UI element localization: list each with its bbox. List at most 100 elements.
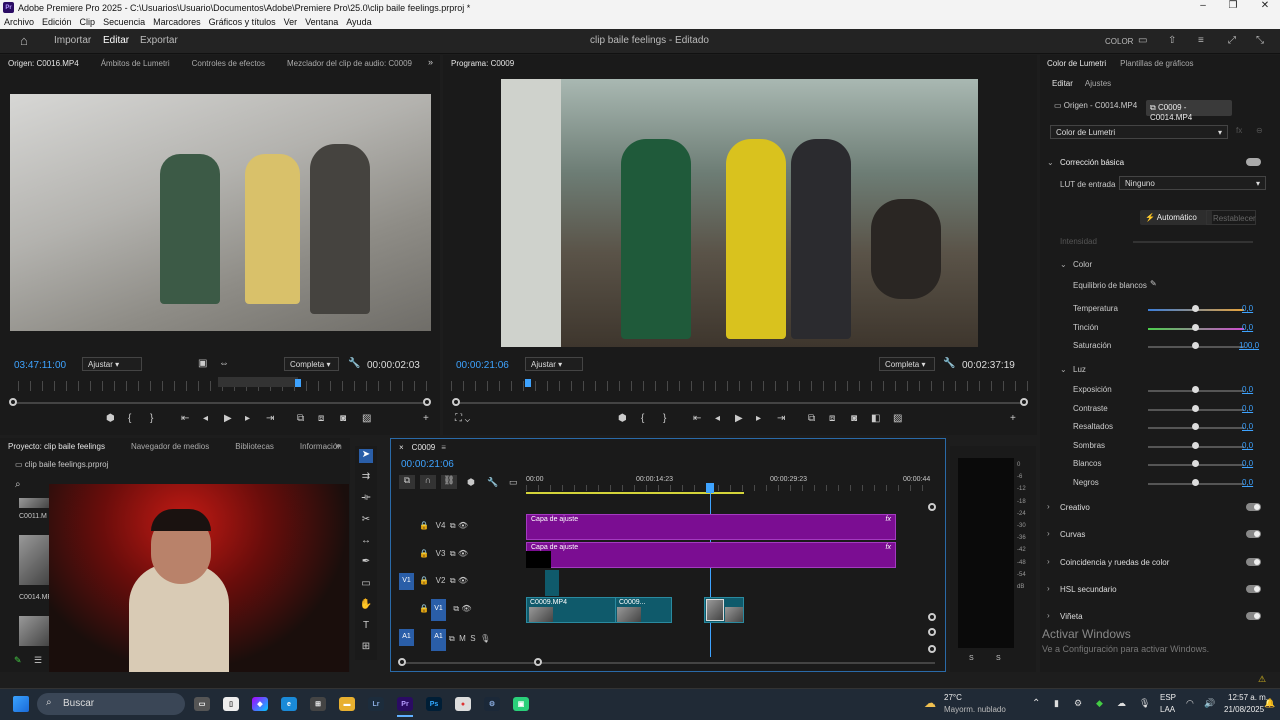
chrome-icon[interactable]: ●: [455, 697, 471, 711]
timeline-zoom-left[interactable]: [398, 658, 406, 666]
taskbar-search[interactable]: Buscar: [37, 693, 185, 715]
program-playhead[interactable]: [525, 379, 531, 387]
tab-project[interactable]: Proyecto: clip baile feelings: [8, 442, 105, 451]
lut-dropdown[interactable]: Ninguno ▾: [1119, 176, 1266, 190]
section-hsl[interactable]: › HSL secundario: [1040, 582, 1280, 598]
effect-dropdown[interactable]: Color de Lumetri ▾: [1050, 125, 1228, 139]
lightroom-icon[interactable]: Lr: [368, 697, 384, 711]
source-playhead[interactable]: [295, 379, 301, 387]
captions-icon[interactable]: ▭: [509, 477, 518, 488]
step-back-icon[interactable]: ◂: [203, 413, 208, 424]
source-zoom-bar[interactable]: [14, 402, 428, 404]
tab-libraries[interactable]: Bibliotecas: [235, 442, 274, 451]
menu-secuencia[interactable]: Secuencia: [103, 17, 145, 27]
overwrite-icon[interactable]: ⧈: [318, 413, 324, 424]
marker-icon[interactable]: ⬢: [106, 413, 115, 424]
tab-program[interactable]: Programa: C0009: [451, 59, 514, 68]
more-tabs-icon[interactable]: »: [428, 57, 433, 67]
windows-start-icon[interactable]: [13, 696, 29, 712]
slip-icon[interactable]: ↔: [359, 535, 373, 549]
fx-icon[interactable]: fx: [1236, 126, 1242, 135]
program-fit-dropdown[interactable]: Ajustar ▾: [525, 357, 583, 371]
mark-in-icon[interactable]: {: [128, 413, 131, 424]
tint-row[interactable]: Tinción 0,0: [1040, 322, 1280, 336]
program-marker-icon[interactable]: ⬢: [618, 413, 627, 424]
adjustment-layer-v4[interactable]: Capa de ajuste fx: [526, 514, 896, 540]
project-item-1[interactable]: C0011.M: [19, 513, 47, 520]
meter-solo-right[interactable]: S: [996, 655, 1001, 662]
timeline-playhead-handle[interactable]: [706, 483, 714, 493]
add-marker-icon[interactable]: ⬢: [467, 477, 475, 488]
mic-icon[interactable]: 🎙: [1139, 698, 1150, 709]
hand-tool-icon[interactable]: ✋: [359, 599, 373, 613]
track-a1-header[interactable]: ⧉ M S 🎙: [449, 634, 490, 644]
program-go-in-icon[interactable]: ⇤: [693, 413, 701, 424]
menu-ventana[interactable]: Ventana: [305, 17, 338, 27]
section-creative[interactable]: › Creativo: [1040, 500, 1280, 516]
capcut-icon[interactable]: ▣: [513, 697, 529, 711]
program-mark-out-icon[interactable]: }: [663, 413, 666, 424]
ripple-edit-icon[interactable]: ⟛: [359, 492, 373, 506]
camera-icon[interactable]: ◙: [340, 413, 346, 424]
auto-button[interactable]: ⚡ Automático: [1140, 210, 1212, 225]
weather-desc[interactable]: Mayorm. nublado: [944, 705, 1006, 714]
sequence-clip-button[interactable]: ⧉ C0009 - C0014.MP4: [1146, 100, 1232, 122]
track-v4-header[interactable]: 🔒 V4 ⧉ 👁: [419, 521, 468, 531]
panel-icon[interactable]: ▭: [1138, 35, 1147, 46]
source-quality-dropdown[interactable]: Completa ▾: [284, 357, 339, 371]
clock-time[interactable]: 12:57 a. m.: [1228, 693, 1268, 702]
tab-lumetri-color[interactable]: Color de Lumetri: [1047, 59, 1106, 68]
tab-media-browser[interactable]: Navegador de medios: [131, 442, 209, 451]
meter-solo-left[interactable]: S: [969, 655, 974, 662]
edit-tab[interactable]: Editar: [103, 35, 129, 46]
luz-expand-icon[interactable]: ⌄: [1060, 365, 1067, 374]
tab-graphics-templates[interactable]: Plantillas de gráficos: [1120, 59, 1193, 68]
snap-icon[interactable]: ∩: [420, 475, 436, 489]
timeline-zoom-bar[interactable]: [403, 662, 935, 664]
adjustment-layer-v3[interactable]: Capa de ajuste fx: [526, 542, 896, 568]
whites-row[interactable]: Blancos 0,0: [1040, 458, 1280, 472]
pen-tool-icon[interactable]: ✒: [359, 556, 373, 570]
step-forward-icon[interactable]: ▸: [245, 413, 250, 424]
close-icon[interactable]: ✕: [1250, 0, 1280, 15]
linked-selection-icon[interactable]: ⛓: [441, 475, 457, 489]
program-ruler[interactable]: [451, 381, 1029, 391]
menu-marcadores[interactable]: Marcadores: [153, 17, 201, 27]
track-select-icon[interactable]: ⇉: [359, 471, 373, 485]
highlights-row[interactable]: Resaltados 0,0: [1040, 421, 1280, 435]
timeline-settings-icon[interactable]: 🔧: [487, 477, 498, 488]
volume-icon[interactable]: 🔊: [1204, 698, 1215, 709]
program-mark-in-icon[interactable]: {: [641, 413, 644, 424]
go-to-out-icon[interactable]: ⇥: [266, 413, 274, 424]
exposure-row[interactable]: Exposición 0,0: [1040, 384, 1280, 398]
section-color-match[interactable]: › Coincidencia y ruedas de color: [1040, 555, 1280, 571]
file-icon[interactable]: ▯: [223, 697, 239, 711]
shadows-row[interactable]: Sombras 0,0: [1040, 440, 1280, 454]
list-view-icon[interactable]: ☰: [34, 655, 42, 666]
track-a1-target[interactable]: A1: [431, 629, 446, 651]
go-to-in-icon[interactable]: ⇤: [181, 413, 189, 424]
sequence-menu-icon[interactable]: ≡: [441, 443, 446, 452]
type-tool-icon[interactable]: T: [359, 620, 373, 634]
program-timecode[interactable]: 00:00:21:06: [456, 360, 509, 371]
razor-icon[interactable]: ✂: [359, 514, 373, 528]
vertical-scroll-bottom[interactable]: [928, 613, 936, 621]
project-search-icon[interactable]: ⌕: [15, 479, 21, 490]
drag-video-icon[interactable]: ⇔: [219, 358, 229, 369]
settings-icon[interactable]: ▣: [198, 358, 207, 369]
extract-icon[interactable]: ⧈: [829, 413, 835, 424]
tray-icon-2[interactable]: ⚙: [1074, 698, 1082, 709]
import-tab[interactable]: Importar: [54, 35, 91, 46]
tray-expand-icon[interactable]: ⌃: [1032, 698, 1040, 709]
section-vignette[interactable]: › Viñeta: [1040, 609, 1280, 625]
explorer-icon[interactable]: ▬: [339, 697, 355, 711]
project-more-icon[interactable]: »: [336, 441, 340, 450]
mark-out-icon[interactable]: }: [150, 413, 153, 424]
tab-lumetri-scopes[interactable]: Ámbitos de Lumetri: [101, 59, 170, 68]
maximize-icon[interactable]: ❐: [1218, 0, 1248, 15]
color-workspace[interactable]: COLOR: [1105, 37, 1133, 46]
program-play-icon[interactable]: ▶: [735, 413, 743, 424]
basic-toggle[interactable]: [1246, 158, 1261, 166]
steam-icon[interactable]: ⚙: [484, 697, 500, 711]
play-icon[interactable]: ▶: [224, 413, 232, 424]
